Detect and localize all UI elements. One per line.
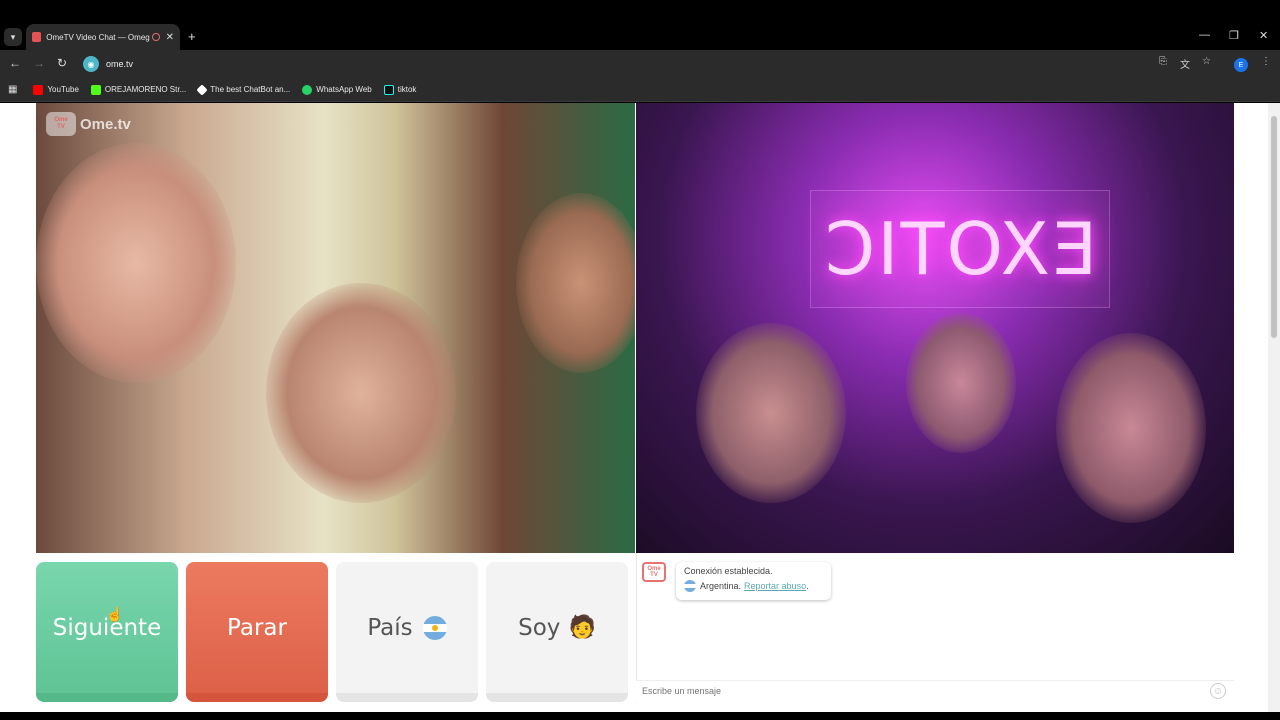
person: [1056, 333, 1206, 523]
toolbar: ← → ↻ ◉ ome.tv ⎘ 文 ☆ ⋮: [0, 50, 1280, 78]
tab-ometv[interactable]: OmeTV Video Chat — Omegle ✕: [26, 24, 180, 50]
ometv-chat-logo-icon: Ome TV: [642, 562, 666, 582]
tiktok-icon: [383, 84, 394, 95]
gender-button[interactable]: Soy 🧑: [486, 562, 628, 702]
neon-sign: EXOTIC: [810, 190, 1110, 308]
mouse-cursor-icon: ☝: [106, 606, 124, 622]
back-icon[interactable]: ←: [9, 56, 21, 70]
emoji-icon[interactable]: ☺: [1210, 683, 1226, 699]
bookmark-label: OREJAMORENO Str...: [104, 85, 187, 94]
ometv-logo-icon: Ome TV: [46, 112, 76, 136]
recording-indicator-icon: [152, 33, 160, 41]
logo-badge-line2: TV: [57, 124, 65, 130]
local-video: [36, 103, 635, 553]
tab-title: OmeTV Video Chat — Omegle: [46, 32, 151, 42]
url-text: ome.tv: [106, 59, 134, 69]
bookmark-tiktok[interactable]: tiktok: [383, 84, 417, 95]
translate-icon[interactable]: 文: [1180, 56, 1190, 71]
new-tab-icon[interactable]: +: [188, 29, 196, 44]
profile-avatar[interactable]: E: [1234, 58, 1248, 72]
person: [266, 283, 456, 503]
bookmark-label: WhatsApp Web: [316, 85, 372, 94]
bookmark-chatbot[interactable]: The best ChatBot an...: [196, 83, 291, 96]
bookmark-kick[interactable]: OREJAMORENO Str...: [90, 84, 187, 95]
close-tab-icon[interactable]: ✕: [166, 32, 174, 43]
ometv-favicon-icon: [32, 32, 42, 42]
bookmark-whatsapp[interactable]: WhatsApp Web: [302, 84, 372, 95]
connection-status: Conexión establecida.: [684, 566, 773, 576]
gender-button-label: Soy: [518, 614, 561, 641]
boy-icon: 🧑: [568, 615, 596, 640]
minimize-icon[interactable]: —: [1199, 29, 1210, 41]
whatsapp-icon: [302, 84, 313, 95]
partner-country: Argentina.: [700, 581, 742, 591]
bookmark-label: tiktok: [397, 85, 417, 94]
address-bar[interactable]: ◉ ome.tv: [80, 53, 1228, 75]
person: [906, 313, 1016, 453]
country-button[interactable]: País: [336, 562, 478, 702]
bookmark-label: YouTube: [47, 85, 79, 94]
stop-button-label: Parar: [227, 614, 287, 641]
neon-sign-text: EXOTIC: [822, 207, 1098, 291]
logo-text: Ome.tv: [80, 115, 131, 133]
stop-button[interactable]: Parar: [186, 562, 328, 702]
install-app-icon[interactable]: ⎘: [1159, 56, 1167, 67]
close-window-icon[interactable]: ✕: [1259, 29, 1268, 42]
report-abuse-link[interactable]: Reportar abuso: [744, 581, 806, 591]
argentina-flag-icon: [422, 615, 447, 640]
remote-video: [636, 103, 1234, 553]
kick-icon: [90, 84, 101, 95]
person: [36, 143, 236, 383]
reload-icon[interactable]: ↻: [57, 56, 67, 70]
message-bar: [636, 680, 1234, 702]
chat-logo-line2: TV: [650, 572, 658, 578]
bookmarks-bar: ▦ YouTube OREJAMORENO Str... The best Ch…: [0, 78, 1280, 102]
bookmark-label: The best ChatBot an...: [210, 85, 291, 94]
youtube-icon: [33, 84, 44, 95]
person: [516, 193, 635, 373]
bookmark-star-icon[interactable]: ☆: [1202, 56, 1211, 67]
tab-strip: ▾ OmeTV Video Chat — Omegle ✕ + — ❐ ✕: [0, 24, 1280, 50]
site-info-icon[interactable]: ◉: [83, 56, 99, 72]
forward-icon[interactable]: →: [33, 56, 45, 70]
browser-window: ▾ OmeTV Video Chat — Omegle ✕ + — ❐ ✕ ← …: [0, 0, 1280, 720]
argentina-flag-icon: [684, 580, 696, 592]
message-input[interactable]: [642, 681, 1202, 701]
menu-icon[interactable]: ⋮: [1261, 56, 1271, 67]
ometv-logo: Ome TV Ome.tv: [46, 112, 131, 136]
apps-grid-icon[interactable]: ▦: [8, 84, 17, 95]
logo-badge-line1: Ome: [54, 117, 68, 123]
restore-icon[interactable]: ❐: [1229, 29, 1239, 42]
report-suffix: .: [806, 581, 809, 591]
system-message: Conexión establecida. Argentina. Reporta…: [676, 562, 831, 600]
bookmark-youtube[interactable]: YouTube: [33, 84, 79, 95]
country-button-label: País: [367, 614, 413, 641]
scrollbar-thumb[interactable]: [1271, 116, 1277, 338]
tab-search-icon[interactable]: ▾: [4, 28, 22, 46]
chatbot-icon: [196, 83, 208, 96]
person: [696, 323, 846, 503]
next-button[interactable]: Siguiente: [36, 562, 178, 702]
